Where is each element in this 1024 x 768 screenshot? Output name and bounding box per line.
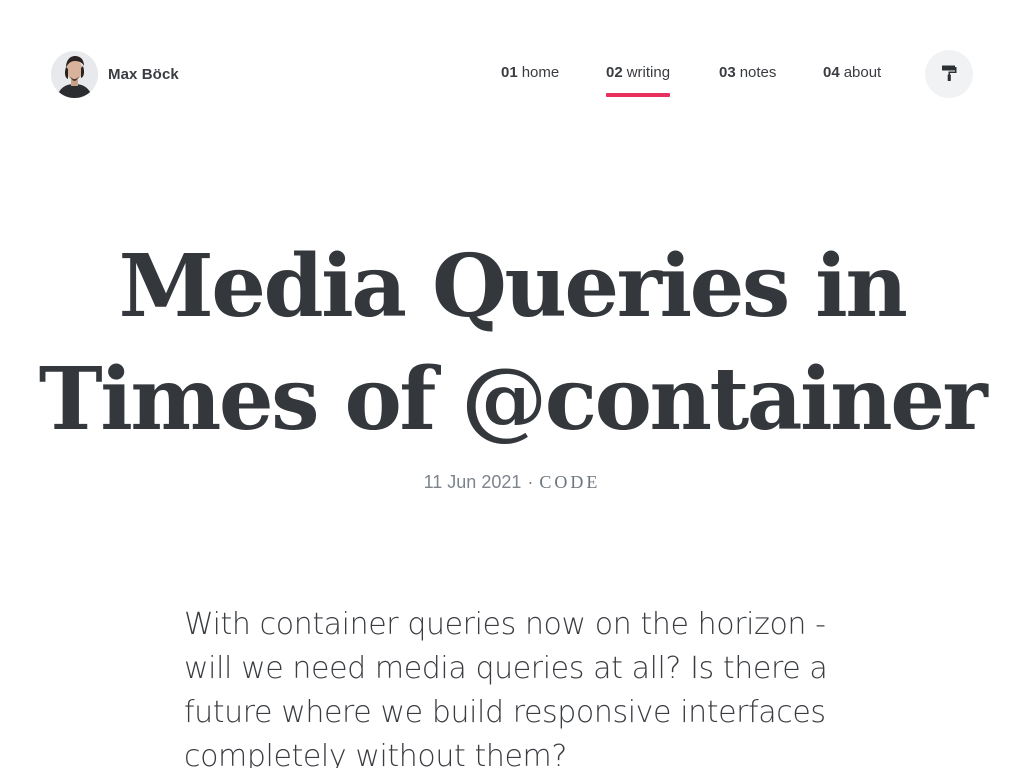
nav-item-about[interactable]: 04 about: [823, 64, 881, 100]
nav-label: about: [843, 64, 882, 81]
nav-label: home: [521, 64, 560, 81]
post-title-line: Media Queries in: [118, 236, 908, 337]
nav-item-notes[interactable]: 03 notes: [719, 64, 776, 100]
nav-number: 01: [501, 64, 518, 81]
nav-number: 02: [606, 64, 623, 81]
meta-separator: ·: [527, 472, 534, 492]
page: Max Böck 01 home 02 writing 03 notes 04 abou…: [0, 0, 1024, 768]
paint-roller-icon: [940, 64, 958, 85]
nav-label: writing: [626, 64, 671, 81]
post-date: 11 Jun 2021: [423, 472, 522, 492]
post-title-line: Times of @container: [38, 349, 988, 450]
nav-number: 04: [823, 64, 840, 81]
post-tag-link[interactable]: CODE: [539, 472, 600, 493]
post-intro: With container queries now on the horizo…: [184, 607, 828, 768]
post-title: Media Queries in Times of @container: [12, 230, 1012, 456]
main-nav: 01 home 02 writing 03 notes 04 about: [0, 64, 1024, 104]
nav-label: notes: [739, 64, 777, 81]
post-meta: 11 Jun 2021 · CODE: [0, 472, 1024, 493]
nav-item-writing[interactable]: 02 writing: [606, 64, 671, 100]
site-header: Max Böck 01 home 02 writing 03 notes 04 abou…: [0, 0, 1024, 140]
nav-item-home[interactable]: 01 home: [501, 64, 559, 100]
theme-switcher-button[interactable]: [925, 50, 973, 98]
post-header: Media Queries in Times of @container 11 …: [0, 230, 1024, 493]
nav-number: 03: [719, 64, 736, 81]
